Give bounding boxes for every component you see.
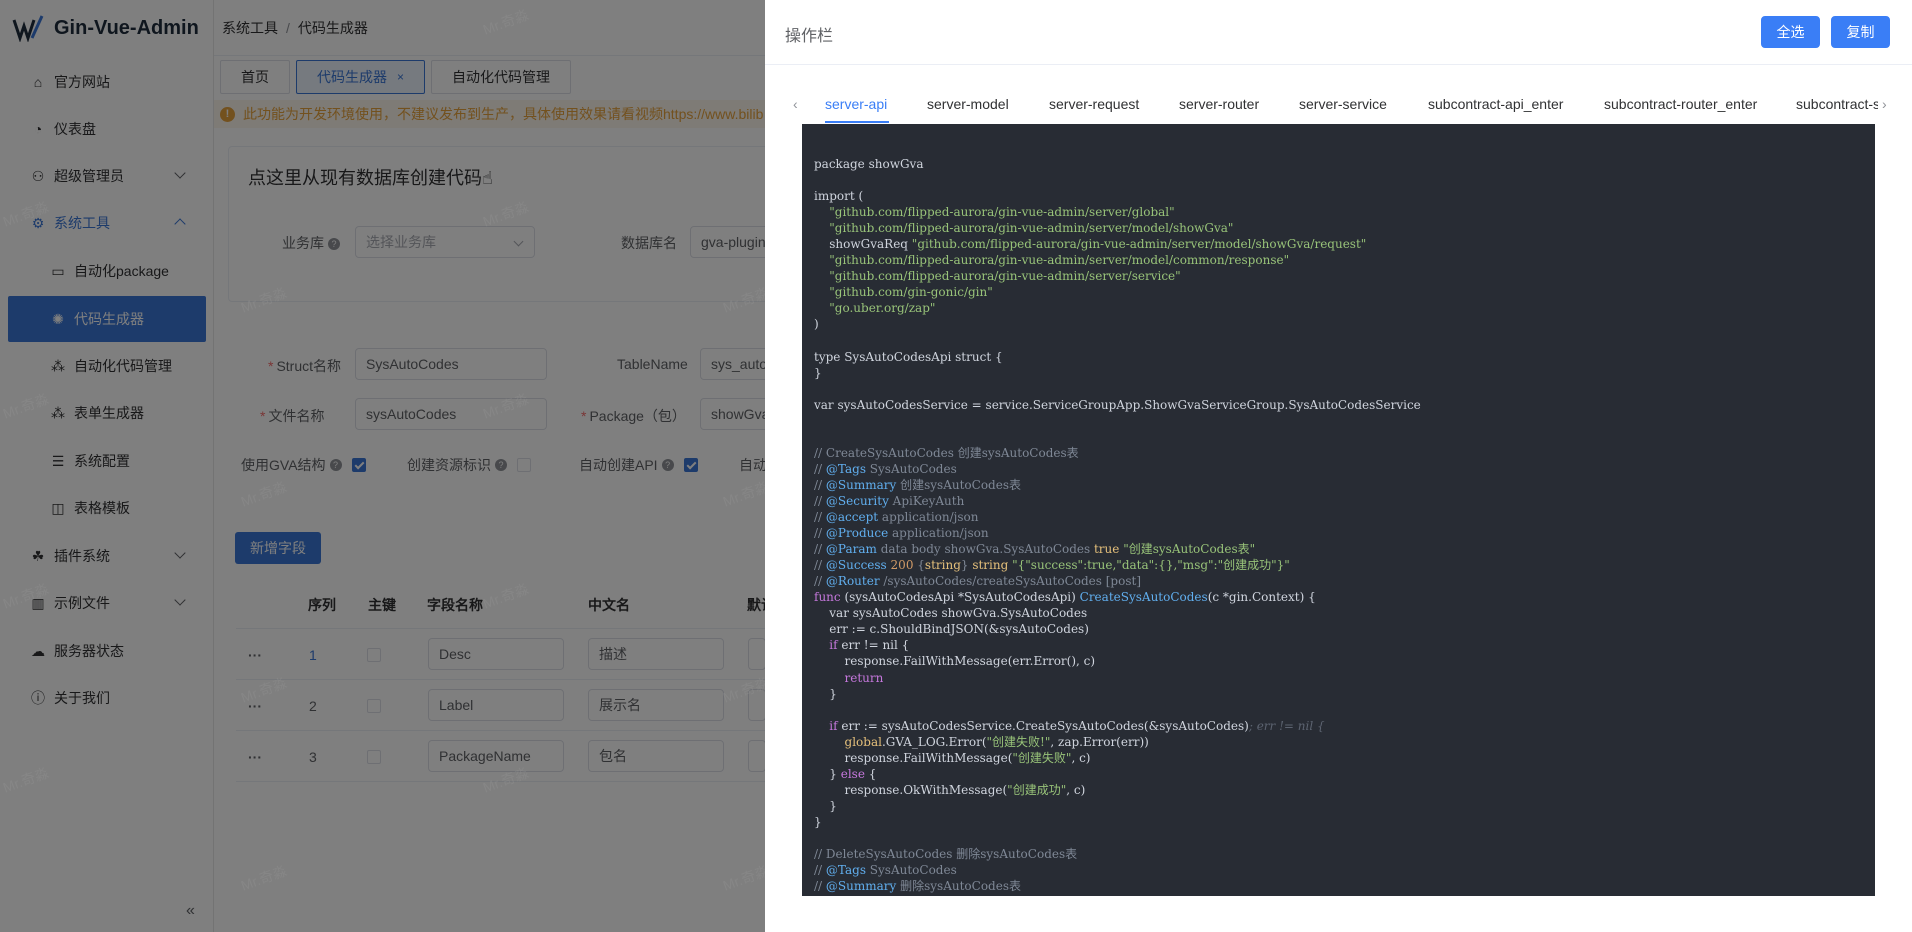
code-tab-server-api[interactable]: server-api: [825, 96, 887, 112]
code-tab-server-service[interactable]: server-service: [1299, 96, 1387, 112]
code-preview-drawer: 操作栏 全选 复制 ‹ server-api server-model serv…: [765, 0, 1912, 932]
code-tabs: ‹ server-api server-model server-request…: [785, 84, 1892, 124]
code-tab-subcontract-service[interactable]: subcontract-ser: [1796, 96, 1878, 112]
code-tab-subcontract-router-enter[interactable]: subcontract-router_enter: [1604, 96, 1757, 112]
drawer-title: 操作栏: [785, 28, 834, 45]
code-tab-server-request[interactable]: server-request: [1049, 96, 1139, 112]
code-tab-subcontract-api-enter[interactable]: subcontract-api_enter: [1428, 96, 1563, 112]
code-tab-server-model[interactable]: server-model: [927, 96, 1009, 112]
divider: [765, 64, 1912, 65]
code-tab-server-router[interactable]: server-router: [1179, 96, 1259, 112]
code-content: package showGva import ( "github.com/fli…: [814, 157, 1421, 894]
chevron-right-icon[interactable]: ›: [1882, 96, 1887, 112]
select-all-button[interactable]: 全选: [1761, 16, 1820, 48]
active-tab-indicator: [825, 121, 889, 123]
chevron-left-icon[interactable]: ‹: [793, 96, 798, 112]
code-block[interactable]: package showGva import ( "github.com/fli…: [802, 124, 1875, 896]
copy-button[interactable]: 复制: [1831, 16, 1890, 48]
